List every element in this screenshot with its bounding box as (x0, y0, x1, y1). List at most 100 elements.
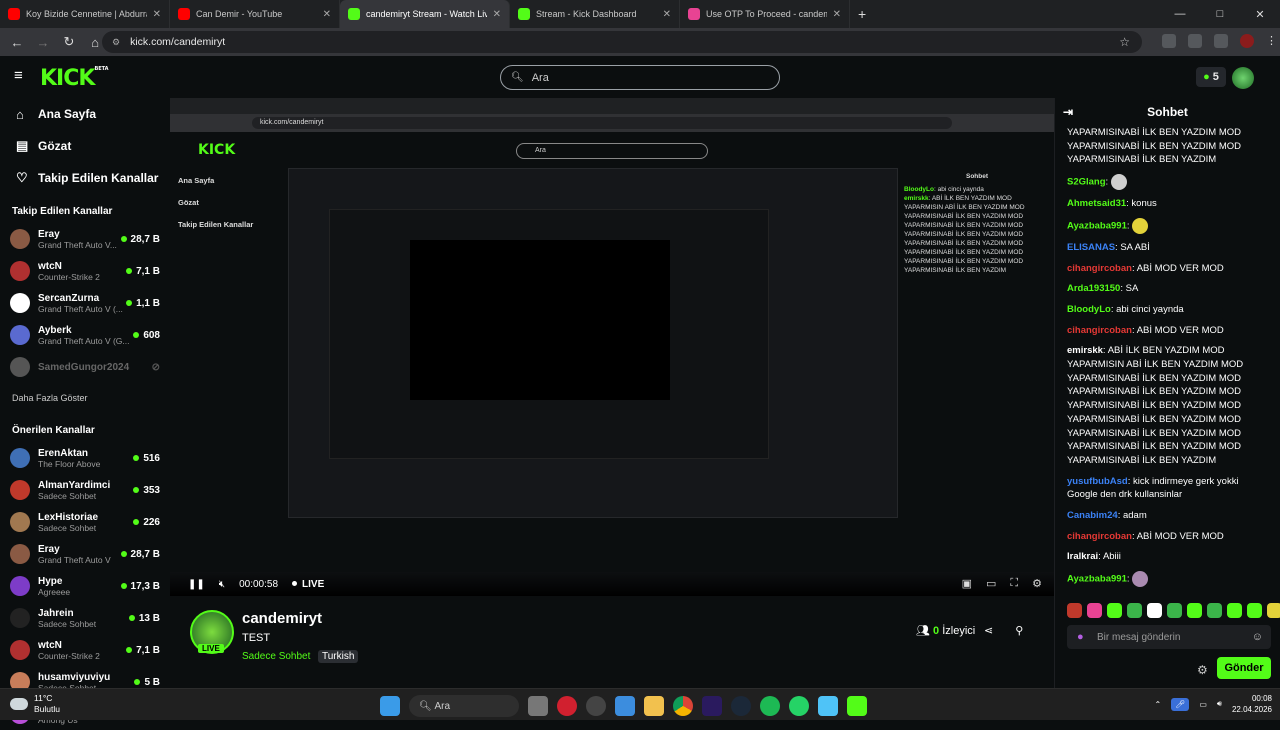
channel-item[interactable]: Eray Grand Theft Auto V... 28,7 B (0, 223, 170, 255)
browser-tab[interactable]: Koy Bizide Cennetine | Abdurrahman ✕ (0, 0, 170, 28)
maximize-icon[interactable]: □ (1200, 0, 1240, 28)
close-window-icon[interactable]: ✕ (1240, 0, 1280, 28)
show-more-link[interactable]: Daha Fazla Göster (0, 383, 170, 413)
chat-username[interactable]: Ayazbaba991 (1067, 574, 1127, 585)
stream-category[interactable]: Sadece Sohbet (242, 651, 310, 662)
mute-icon[interactable]: 🔇︎ (219, 579, 225, 590)
emote-icon[interactable] (1247, 603, 1262, 618)
chat-username[interactable]: Arda193150 (1067, 283, 1120, 294)
theater-mode-icon[interactable]: ▭ (986, 577, 996, 590)
chat-username[interactable]: Ayazbaba991 (1067, 220, 1127, 231)
whatsapp-icon[interactable] (789, 696, 809, 716)
premiere-icon[interactable] (702, 696, 722, 716)
channel-item[interactable]: AlmanYardimci Sadece Sohbet 353 (0, 474, 170, 506)
back-icon[interactable]: ← (4, 35, 30, 50)
emote-icon[interactable] (1147, 603, 1162, 618)
video-player[interactable]: kick.com/candemiryt KICK Ara Ana Sayfa G… (170, 98, 1054, 596)
forward-icon[interactable]: → (30, 35, 56, 50)
menu-hamburger-icon[interactable]: ≡ (14, 68, 28, 83)
chat-username[interactable]: cihangircoban (1067, 325, 1132, 336)
close-tab-icon[interactable]: ✕ (833, 9, 841, 20)
minimize-icon[interactable]: — (1160, 0, 1200, 28)
language-tag[interactable]: Turkish (318, 650, 359, 663)
close-tab-icon[interactable]: ✕ (493, 9, 501, 20)
browser-tab[interactable]: Can Demir - YouTube ✕ (170, 0, 340, 28)
close-tab-icon[interactable]: ✕ (663, 9, 671, 20)
site-info-icon[interactable]: ⚙ (112, 37, 120, 48)
chat-username[interactable]: cihangircoban (1067, 263, 1132, 274)
close-tab-icon[interactable]: ✕ (323, 9, 331, 20)
windows-start-icon[interactable] (380, 696, 400, 716)
channel-item[interactable]: SercanZurna Grand Theft Auto V (... 1,1 B (0, 287, 170, 319)
taskbar-search[interactable]: 🔍︎ Ara (409, 695, 519, 717)
opera-icon[interactable] (557, 696, 577, 716)
channel-item[interactable]: Eray Grand Theft Auto V 28,7 B (0, 538, 170, 570)
menu-dots-icon[interactable]: ⋮ (1266, 34, 1277, 48)
steam-icon[interactable] (731, 696, 751, 716)
collapse-chat-icon[interactable]: ⇥ (1063, 105, 1073, 119)
browser-tab[interactable]: Stream - Kick Dashboard ✕ (510, 0, 680, 28)
pause-icon[interactable]: ❚❚ (188, 579, 205, 590)
microphone-icon[interactable]: ● (1077, 631, 1084, 643)
tray-chevron-icon[interactable]: ⌃ (1154, 700, 1161, 709)
emote-icon[interactable] (1087, 603, 1102, 618)
sidebar-nav-item[interactable]: ♡ Takip Edilen Kanallar (0, 162, 170, 194)
chat-username[interactable]: yusufbubAsd (1067, 476, 1128, 487)
channel-item[interactable]: Ayberk Grand Theft Auto V (G... 608 (0, 319, 170, 351)
chat-username[interactable]: Ahmetsaid31 (1067, 198, 1126, 209)
channel-name[interactable]: candemiryt (242, 610, 322, 627)
share-icon[interactable]: ⋖ (984, 624, 993, 637)
clock[interactable]: 00:08 22.04.2026 (1232, 693, 1272, 715)
network-icon[interactable]: ▭ (1199, 700, 1207, 709)
chrome-icon[interactable] (673, 696, 693, 716)
channel-item[interactable]: ErenAktan The Floor Above 516 (0, 442, 170, 474)
sidebar-nav-item[interactable]: ⌂ Ana Sayfa (0, 98, 170, 130)
task-view-icon[interactable] (528, 696, 548, 716)
chat-username[interactable]: cihangircoban (1067, 531, 1132, 542)
kick-app-icon[interactable] (847, 696, 867, 716)
chat-username[interactable]: Canabim24 (1067, 510, 1118, 521)
points-badge[interactable]: ● 5 (1196, 67, 1226, 87)
close-tab-icon[interactable]: ✕ (153, 9, 161, 20)
address-bar[interactable]: ⚙ kick.com/candemiryt ☆ (102, 31, 1142, 53)
chat-settings-icon[interactable]: ⚙ (1197, 663, 1208, 677)
emote-icon[interactable] (1207, 603, 1222, 618)
photos-icon[interactable] (615, 696, 635, 716)
browser-tab[interactable]: Use OTP To Proceed - candemir ✕ (680, 0, 850, 28)
new-tab-button[interactable]: + (858, 0, 866, 28)
emote-icon[interactable] (1227, 603, 1242, 618)
settings-gear-icon[interactable]: ⚙ (1032, 577, 1042, 590)
extension-icon[interactable] (1162, 34, 1176, 48)
user-avatar[interactable] (1232, 67, 1254, 89)
channel-item[interactable]: SamedGungor2024 ⊘ (0, 351, 170, 383)
fullscreen-icon[interactable]: ⛶ (1010, 577, 1018, 590)
channel-item[interactable]: Jahrein Sadece Sohbet 13 B (0, 602, 170, 634)
channel-item[interactable]: wtcN Counter-Strike 2 7,1 B (0, 634, 170, 666)
emote-icon[interactable] (1187, 603, 1202, 618)
chat-username[interactable]: BloodyLo (1067, 304, 1111, 315)
spotify-icon[interactable] (760, 696, 780, 716)
volume-icon[interactable]: 🔊︎ (1217, 699, 1222, 709)
send-button[interactable]: Gönder (1217, 657, 1271, 679)
kick-logo[interactable]: KICKBETA (40, 66, 109, 91)
chat-username[interactable]: S2Glang (1067, 177, 1106, 188)
notepad-icon[interactable] (818, 696, 838, 716)
bookmark-star-icon[interactable]: ☆ (1119, 35, 1130, 49)
chat-username[interactable]: emirskk (1067, 345, 1103, 356)
chat-username[interactable]: ELISANAS (1067, 242, 1115, 253)
chat-input[interactable]: ● Bir mesaj gönderin ☺ (1067, 625, 1271, 649)
sidebar-nav-item[interactable]: ▤ Gözat (0, 130, 170, 162)
emoji-icon[interactable]: ☺ (1252, 631, 1263, 643)
chat-username[interactable]: Iralkrai (1067, 551, 1098, 562)
channel-item[interactable]: Hype Agreeee 17,3 B (0, 570, 170, 602)
add-user-icon[interactable]: ⚲ (1015, 624, 1023, 637)
profile-icon[interactable] (1240, 34, 1254, 48)
channel-item[interactable]: LexHistoriae Sadece Sohbet 226 (0, 506, 170, 538)
reload-icon[interactable]: ↻ (56, 34, 82, 50)
media-icon[interactable] (1214, 34, 1228, 48)
browser-tab[interactable]: candemiryt Stream - Watch Live ✕ (340, 0, 510, 28)
emote-icon[interactable] (1067, 603, 1082, 618)
emote-icon[interactable] (1267, 603, 1280, 618)
mic-tray-icon[interactable]: 🎤︎ (1171, 697, 1190, 711)
pip-icon[interactable]: ▣ (962, 577, 972, 590)
